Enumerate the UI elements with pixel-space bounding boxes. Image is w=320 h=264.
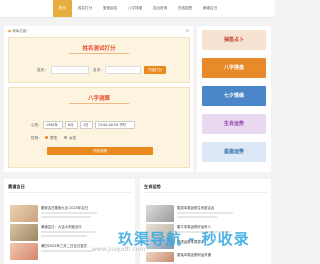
tab-draw-lot[interactable]: 在线抽签 [173, 0, 197, 17]
banner-title: 星座运势 [223, 149, 244, 155]
list-item[interactable]: 属兔本周运势财运亨通 [146, 252, 266, 264]
tab-auspicious-day[interactable]: 黄道吉日 [198, 0, 222, 17]
banner-title: 八字排盘 [223, 65, 244, 71]
location-pin-icon: ● [8, 29, 12, 33]
banner-title: 抽签占卜 [223, 37, 244, 43]
item-title: 属鼠本周运势生肖鼠吉凶 [177, 206, 215, 210]
item-summary [41, 235, 87, 237]
watermark-url: www.jiuqudh.com [92, 246, 146, 253]
gender-label: 性别： [31, 136, 42, 140]
settings-icon[interactable]: ⚙ [185, 28, 189, 33]
list-item[interactable]: 黄道吉日：大吉大利宜出行 [10, 224, 130, 243]
side-banners: 抽签占卜 八字排盘 七夕情缘 生肖运势 星座运势 [197, 26, 271, 172]
banner-title: 七夕情缘 [223, 93, 244, 99]
calculate-button[interactable]: 开始测算 [47, 147, 153, 155]
female-label: 女性 [69, 136, 77, 140]
female-radio[interactable] [64, 136, 67, 139]
location-text: 请每位客： [12, 29, 31, 33]
item-title: 属兔本周运势财运亨通 [177, 253, 211, 257]
banner-qixi[interactable]: 七夕情缘 [202, 86, 266, 106]
banner-horoscope[interactable]: 星座运势 [202, 142, 266, 162]
tab-jixiong[interactable]: 吉凶查询 [148, 0, 172, 17]
year-select[interactable]: 1990年 [43, 121, 63, 129]
surname-input[interactable] [51, 66, 89, 74]
calendar-label: 公历： [31, 123, 42, 127]
month-select[interactable]: 6月 [65, 121, 78, 129]
tab-baby-name[interactable]: 宝宝起名 [98, 0, 122, 17]
male-label: 男性 [50, 136, 58, 140]
thumbnail-image [10, 243, 38, 260]
bazi-panel: 八字测算 公历： 1990年 6月 1日 23:00-00:59 子时 性别： … [8, 87, 190, 168]
section-divider [8, 192, 131, 193]
tab-home[interactable]: 首页 [53, 0, 72, 17]
given-name-label: 名字： [93, 68, 104, 72]
item-summary [41, 231, 95, 233]
day-select[interactable]: 1日 [80, 121, 93, 129]
banner-bazi[interactable]: 八字排盘 [202, 58, 266, 78]
bazi-title: 八字测算 [87, 96, 110, 102]
banner-draw-lot[interactable]: 抽签占卜 [202, 30, 266, 50]
section-divider [144, 192, 267, 193]
item-title: 搬家吉日搬家九月 2025年吉日 [41, 206, 89, 210]
tab-bazi[interactable]: 八字排盘 [123, 0, 147, 17]
given-name-input[interactable] [105, 66, 141, 74]
thumbnail-image [146, 252, 174, 262]
list-item[interactable]: 属鼠本周运势生肖鼠吉凶 [146, 205, 266, 224]
banner-zodiac[interactable]: 生肖运势 [202, 114, 266, 134]
list-item[interactable]: 搬家吉日搬家九月 2025年吉日 [10, 205, 130, 224]
item-title: 黄道吉日：大吉大利宜出行 [41, 225, 82, 229]
item-summary [41, 250, 93, 252]
score-button[interactable]: 开始打分 [144, 66, 166, 74]
hour-select[interactable]: 23:00-00:59 子时 [95, 121, 135, 129]
item-summary [41, 212, 97, 214]
section-title: 黄道吉日 [8, 184, 25, 189]
item-summary [177, 212, 233, 214]
name-score-title: 姓名测试打分 [82, 46, 116, 52]
title-divider [69, 53, 129, 54]
item-summary [177, 216, 217, 218]
location-bar: ●请每位客： [8, 29, 30, 34]
tab-name-score[interactable]: 姓名打分 [73, 0, 97, 17]
surname-label: 姓氏： [37, 68, 48, 72]
name-score-panel: 姓名测试打分 姓氏： 名字： 开始打分 [8, 37, 190, 83]
section-title: 生肖运势 [144, 184, 161, 189]
male-radio[interactable] [45, 136, 48, 139]
thumbnail-image [10, 205, 38, 222]
banner-title: 生肖运势 [223, 121, 244, 127]
zodiac-section: 生肖运势 属鼠本周运势生肖鼠吉凶 属牛本周运势好运贵人 属虎运势本周提示 属兔本… [140, 179, 271, 264]
main-panel: ●请每位客： ⚙ 姓名测试打分 姓氏： 名字： 开始打分 八字测算 公历： 19… [4, 26, 193, 172]
thumbnail-image [10, 224, 38, 241]
item-title: 黄历2025年三月二日吉日宜忌 [41, 244, 87, 248]
thumbnail-image [146, 205, 174, 222]
item-summary [41, 216, 91, 218]
title-divider [69, 103, 129, 104]
top-nav: 首页 姓名打分 宝宝起名 八字排盘 吉凶查询 在线抽签 黄道吉日 [0, 0, 275, 18]
